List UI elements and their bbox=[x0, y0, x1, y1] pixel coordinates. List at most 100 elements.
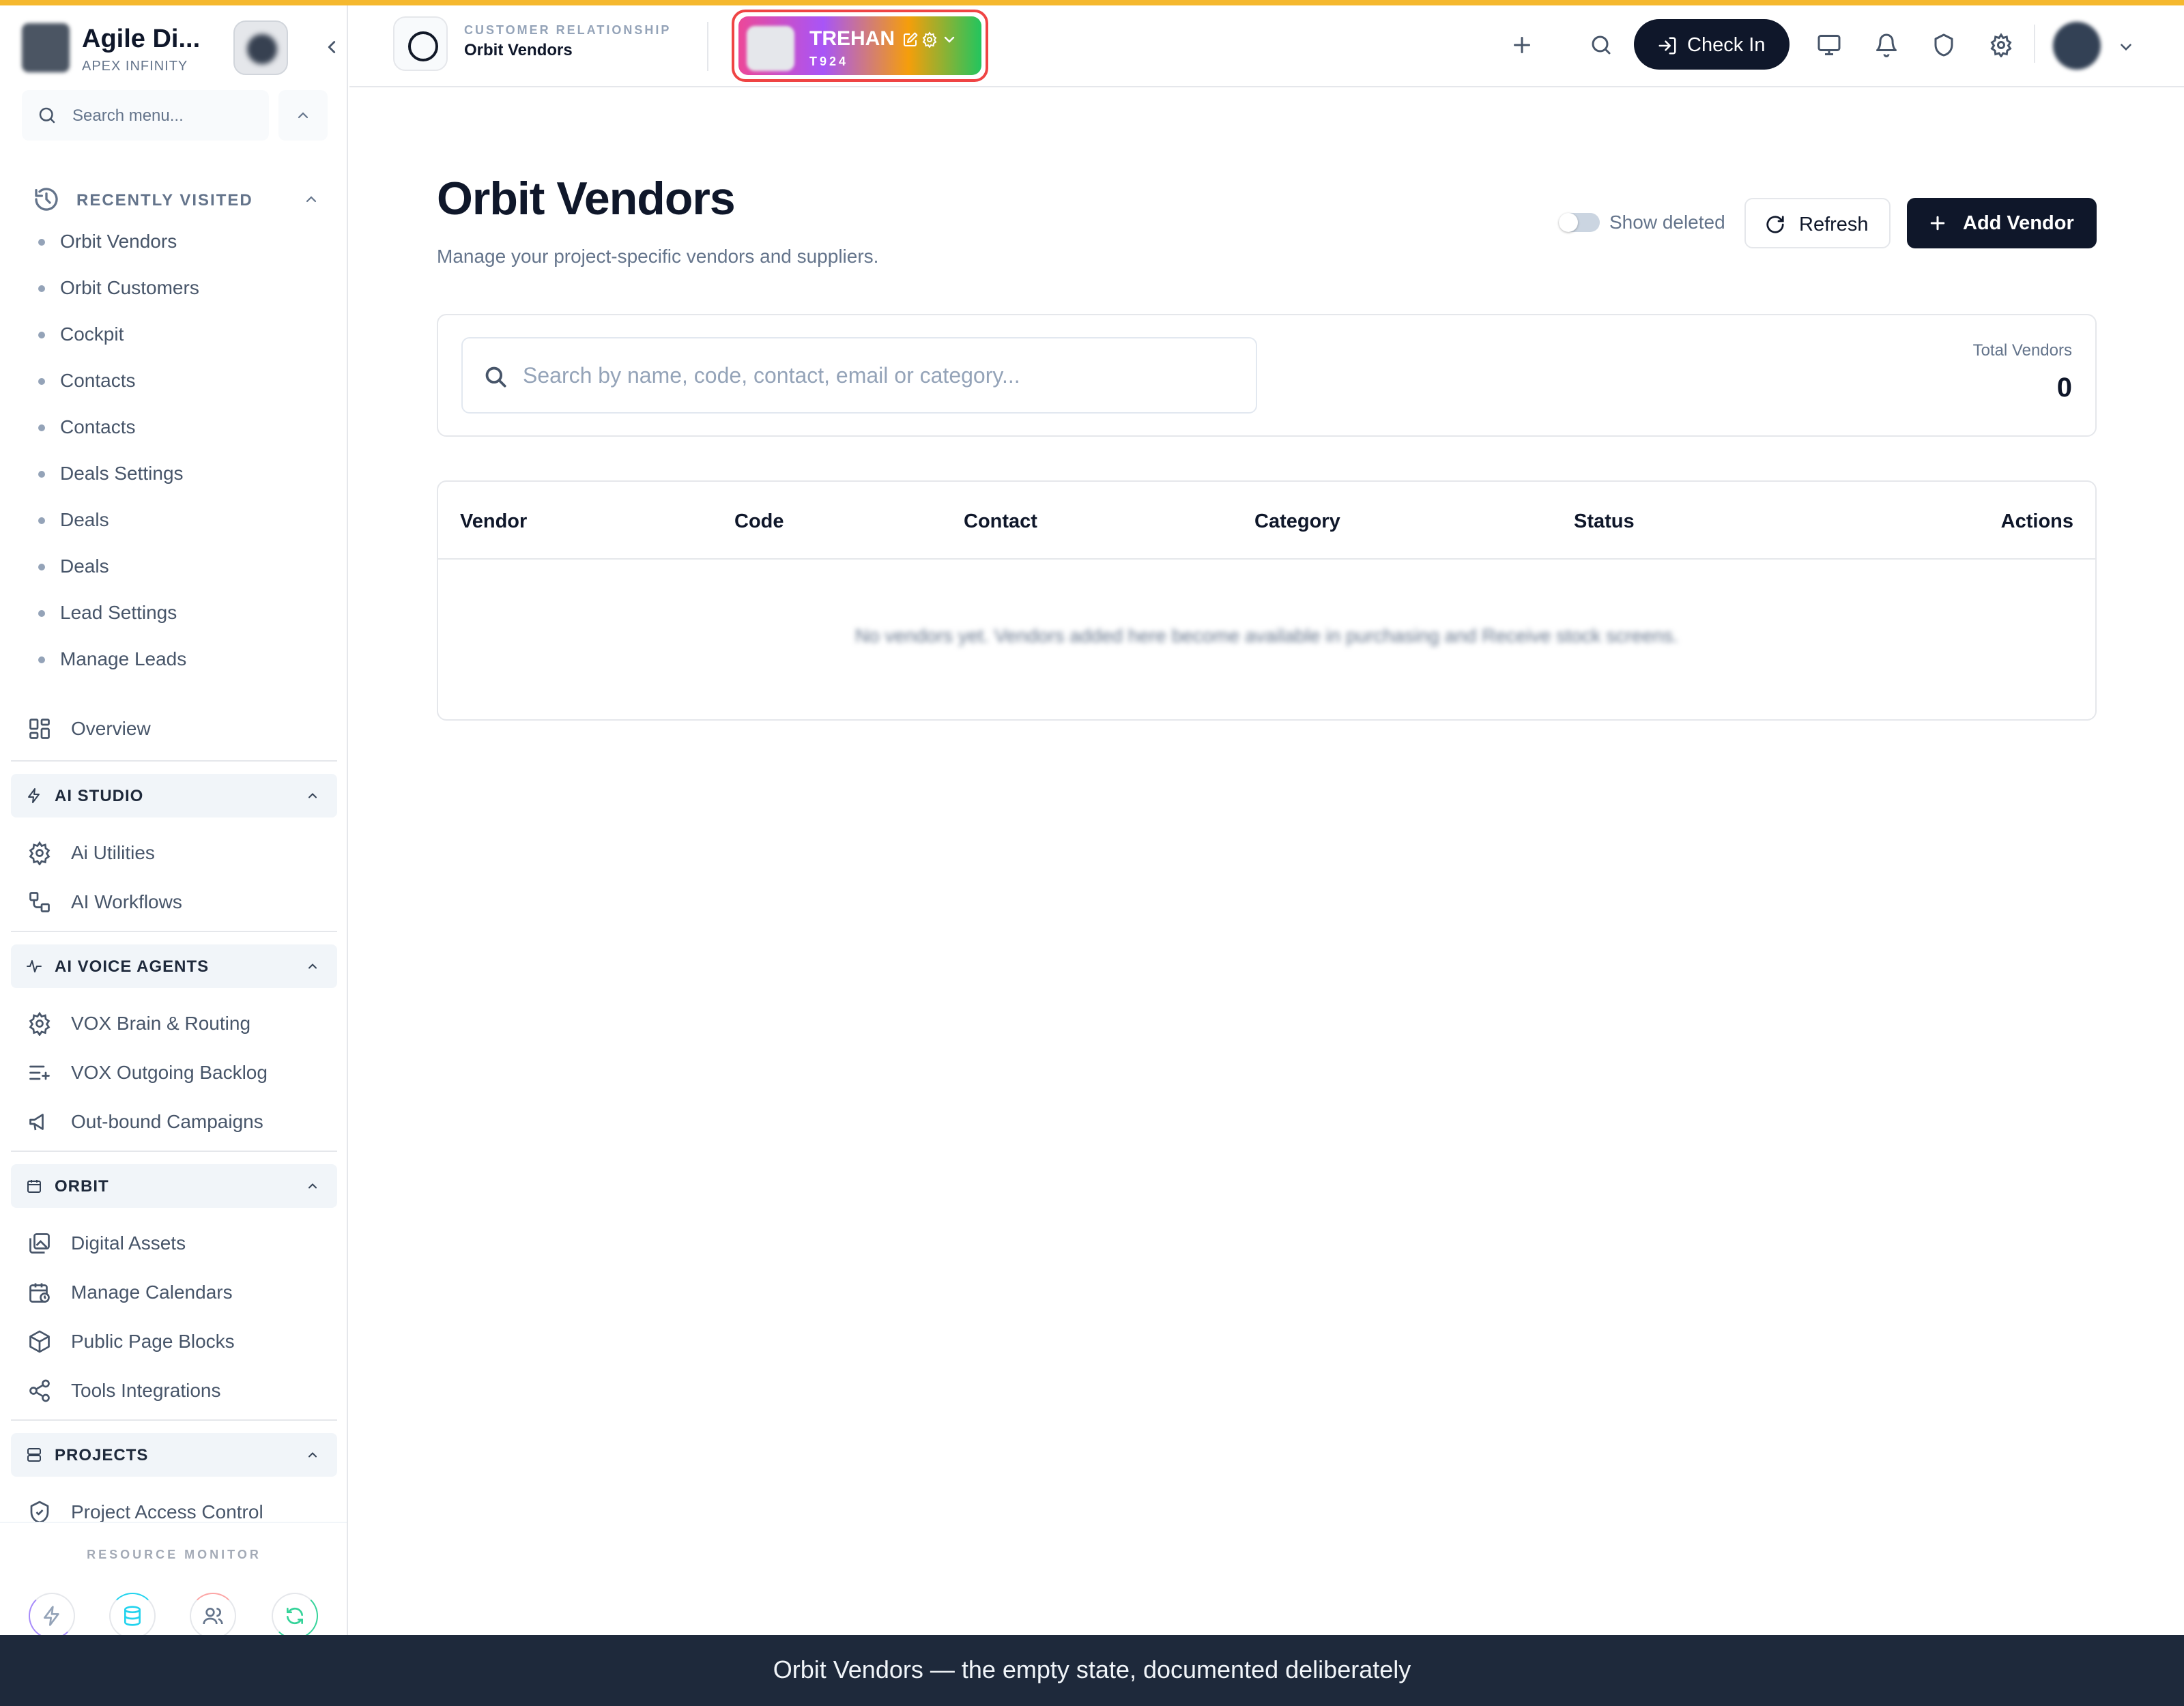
empty-state-message: No vendors yet. Vendors added here becom… bbox=[854, 625, 1679, 646]
section-title: AI VOICE AGENTS bbox=[55, 957, 210, 976]
brand-logo bbox=[22, 23, 70, 72]
shield-check-icon bbox=[30, 1501, 49, 1524]
divider bbox=[11, 1419, 337, 1421]
quick-add-button[interactable] bbox=[1500, 23, 1544, 67]
edit-icon[interactable] bbox=[902, 31, 919, 48]
lightning-icon bbox=[28, 788, 40, 803]
sidebar-item-label: Tools Integrations bbox=[71, 1380, 221, 1401]
show-deleted-toggle[interactable] bbox=[1559, 213, 1600, 232]
tenant-card: TREHAN T924 bbox=[738, 16, 981, 75]
sidebar-item-label: Public Page Blocks bbox=[71, 1331, 235, 1352]
recent-item[interactable]: Orbit Vendors bbox=[38, 222, 325, 269]
sidebar-item-label: Overview bbox=[71, 718, 151, 739]
sidebar-item-vox-backlog[interactable]: VOX Outgoing Backlog bbox=[27, 1052, 328, 1093]
settings-button[interactable] bbox=[1979, 23, 2023, 67]
global-search-button[interactable] bbox=[1579, 23, 1623, 67]
recent-item[interactable]: Orbit Customers bbox=[38, 269, 325, 315]
monitor-icon bbox=[1817, 35, 1841, 55]
chevron-down-icon[interactable] bbox=[941, 31, 958, 48]
recent-item[interactable]: Contacts bbox=[38, 362, 325, 408]
sync-gauge[interactable] bbox=[272, 1593, 318, 1635]
column-header-contact[interactable]: Contact bbox=[964, 510, 1037, 533]
recent-item[interactable]: Deals Settings bbox=[38, 454, 325, 501]
chevron-up-icon bbox=[308, 1452, 317, 1458]
resource-monitor-title: RESOURCE MONITOR bbox=[87, 1548, 261, 1561]
activity-icon bbox=[27, 960, 42, 972]
recent-item[interactable]: Contacts bbox=[38, 408, 325, 454]
column-header-code[interactable]: Code bbox=[734, 510, 784, 533]
toggle-knob bbox=[1559, 213, 1578, 232]
sidebar-item-ai-workflows[interactable]: AI Workflows bbox=[27, 882, 328, 923]
menu-search-field[interactable]: Search menu... bbox=[22, 90, 269, 141]
display-button[interactable] bbox=[1807, 23, 1851, 67]
refresh-button[interactable]: Refresh bbox=[1744, 198, 1891, 248]
bullet bbox=[38, 285, 45, 292]
caption-text: Orbit Vendors — the empty state, documen… bbox=[773, 1656, 1411, 1683]
vendor-search-input[interactable] bbox=[523, 358, 1239, 393]
recently-visited-title: RECENTLY VISITED bbox=[76, 191, 253, 209]
cpu-gauge[interactable] bbox=[29, 1593, 75, 1635]
column-header-vendor[interactable]: Vendor bbox=[460, 510, 527, 533]
column-header-category[interactable]: Category bbox=[1254, 510, 1340, 533]
storage-gauge[interactable] bbox=[109, 1593, 156, 1635]
cog-icon bbox=[29, 1011, 51, 1036]
recently-visited-header[interactable]: RECENTLY VISITED bbox=[30, 183, 319, 216]
menu-collapse-all-button[interactable] bbox=[278, 90, 328, 141]
cube-icon bbox=[29, 1330, 50, 1353]
sidebar-item-ai-utilities[interactable]: Ai Utilities bbox=[27, 833, 328, 873]
avatar[interactable] bbox=[2053, 22, 2101, 70]
vendor-search-field[interactable] bbox=[461, 337, 1257, 414]
total-vendors-label: Total Vendors bbox=[1972, 341, 2072, 360]
tenant-switcher[interactable]: TREHAN T924 bbox=[732, 10, 988, 82]
section-title: AI STUDIO bbox=[55, 787, 144, 805]
section-title: ORBIT bbox=[55, 1177, 109, 1196]
images-icon bbox=[29, 1233, 50, 1254]
sidebar-item-manage-calendars[interactable]: Manage Calendars bbox=[27, 1272, 328, 1313]
recent-item[interactable]: Deals bbox=[38, 547, 325, 594]
security-button[interactable] bbox=[1922, 23, 1966, 67]
workspace-switcher-button[interactable] bbox=[233, 20, 288, 75]
search-card: Total Vendors 0 bbox=[437, 314, 2097, 437]
resource-monitor: RESOURCE MONITOR bbox=[0, 1522, 347, 1635]
module-icon[interactable] bbox=[393, 16, 448, 71]
column-header-status[interactable]: Status bbox=[1574, 510, 1635, 533]
section-orbit[interactable]: ORBIT bbox=[11, 1164, 337, 1208]
recent-item-label: Contacts bbox=[60, 370, 136, 391]
plus-icon bbox=[1930, 216, 1945, 231]
sidebar-item-tools-integrations[interactable]: Tools Integrations bbox=[27, 1370, 328, 1411]
sidebar-item-public-page-blocks[interactable]: Public Page Blocks bbox=[27, 1321, 328, 1362]
top-header: CUSTOMER RELATIONSHIP Orbit Vendors TREH… bbox=[349, 5, 2184, 87]
recent-item[interactable]: Lead Settings bbox=[38, 594, 325, 640]
sidebar-item-digital-assets[interactable]: Digital Assets bbox=[27, 1223, 328, 1264]
section-ai-studio[interactable]: AI STUDIO bbox=[11, 774, 337, 818]
users-gauge[interactable] bbox=[190, 1593, 236, 1635]
recent-item[interactable]: Cockpit bbox=[38, 315, 325, 362]
tenant-logo bbox=[747, 26, 794, 71]
section-ai-voice-agents[interactable]: AI VOICE AGENTS bbox=[11, 944, 337, 988]
bullet bbox=[38, 610, 45, 617]
megaphone-icon bbox=[29, 1114, 44, 1131]
sidebar-item-vox-brain[interactable]: VOX Brain & Routing bbox=[27, 1003, 328, 1044]
sidebar-item-outbound-campaigns[interactable]: Out-bound Campaigns bbox=[27, 1101, 328, 1142]
add-vendor-button[interactable]: Add Vendor bbox=[1907, 198, 2097, 248]
bullet bbox=[38, 332, 45, 338]
server-icon bbox=[27, 1448, 41, 1462]
chevron-down-icon[interactable] bbox=[2117, 38, 2135, 56]
refresh-icon bbox=[1766, 216, 1784, 233]
recent-item-label: Deals bbox=[60, 555, 109, 577]
collapse-sidebar-button[interactable] bbox=[319, 37, 344, 61]
recent-item-label: Contacts bbox=[60, 416, 136, 437]
chevron-up-icon bbox=[298, 112, 308, 119]
notifications-button[interactable] bbox=[1865, 23, 1908, 67]
recent-item-label: Orbit Vendors bbox=[60, 231, 177, 252]
gear-icon[interactable] bbox=[921, 31, 938, 48]
log-in-icon bbox=[1658, 37, 1676, 55]
recent-item[interactable]: Deals bbox=[38, 501, 325, 547]
recent-item[interactable]: Manage Leads bbox=[38, 640, 325, 686]
section-projects[interactable]: PROJECTS bbox=[11, 1433, 337, 1477]
sidebar-item-overview[interactable]: Overview bbox=[27, 708, 328, 749]
vendors-table: Vendor Code Contact Category Status Acti… bbox=[437, 480, 2097, 721]
refresh-label: Refresh bbox=[1799, 214, 1869, 235]
check-in-button[interactable]: Check In bbox=[1634, 19, 1790, 70]
chevron-up-icon bbox=[308, 1183, 317, 1189]
